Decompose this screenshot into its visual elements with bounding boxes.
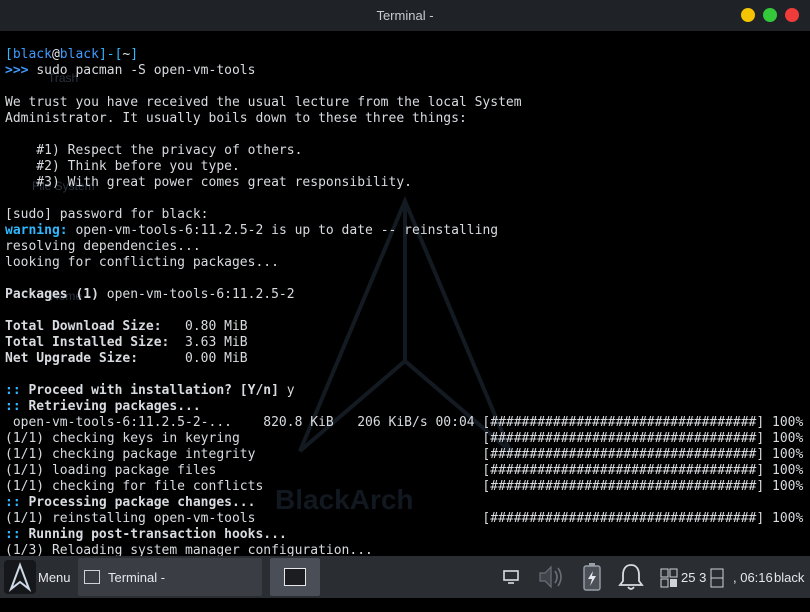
terminal-line: (1/1) checking keys in keyring [########…	[5, 431, 803, 447]
terminal-text: Running post-transaction hooks...	[28, 527, 287, 542]
terminal-text: Net Upgrade Size:	[5, 351, 178, 366]
blackarch-menu-icon[interactable]	[4, 560, 36, 594]
terminal-text: ]	[130, 47, 139, 62]
terminal-area[interactable]: BlackArch Trash File System Home [black@…	[0, 31, 810, 556]
terminal-line: (1/1) checking for file conflicts [#####…	[5, 479, 803, 495]
terminal-line: (1/1) reinstalling open-vm-tools [######…	[5, 511, 803, 527]
terminal-text: Proceed with installation? [Y/n]	[28, 383, 287, 398]
minimize-button[interactable]	[741, 8, 755, 22]
terminal-text: We trust you have received the usual lec…	[5, 95, 522, 110]
terminal-line: :: Processing package changes...	[5, 495, 803, 511]
terminal-text: open-vm-tools-6:11.2.5-2-... 820.8 KiB 2…	[5, 415, 804, 430]
terminal-text: Processing package changes...	[28, 495, 256, 510]
terminal-text: Retrieving packages...	[28, 399, 201, 414]
terminal-text: 0.80 MiB	[177, 319, 248, 334]
workspace-indicator[interactable]: 25 3	[681, 570, 706, 586]
terminal-line: (1/3) Reloading system manager configura…	[5, 543, 803, 556]
terminal-text: black	[59, 47, 99, 62]
terminal-text: ::	[5, 399, 29, 414]
volume-icon[interactable]	[536, 562, 568, 592]
taskbar-terminal-task[interactable]: Terminal -	[78, 558, 262, 596]
terminal-text: (1/1) checking package integrity [######…	[5, 447, 804, 462]
terminal-text: ::	[5, 383, 29, 398]
terminal-text: (1/1) reinstalling open-vm-tools [######…	[5, 511, 804, 526]
display-icon[interactable]	[502, 568, 520, 586]
terminal-output: [black@black]-[~] >>> sudo pacman -S open…	[5, 47, 803, 556]
close-button[interactable]	[785, 8, 799, 22]
terminal-line: We trust you have received the usual lec…	[5, 95, 803, 111]
terminal-text: Administrator. It usually boils down to …	[5, 111, 467, 126]
terminal-text: ::	[5, 527, 29, 542]
terminal-text: (1/1) checking for file conflicts [#####…	[5, 479, 804, 494]
terminal-text: @	[51, 47, 60, 62]
terminal-text: open-vm-tools-6:11.2.5-2	[106, 287, 295, 302]
terminal-line: resolving dependencies...	[5, 239, 803, 255]
terminal-icon	[84, 570, 100, 584]
terminal-text: black	[12, 47, 52, 62]
terminal-text: y	[286, 383, 295, 398]
notification-bell-icon[interactable]	[617, 562, 645, 592]
terminal-line: :: Running post-transaction hooks...	[5, 527, 803, 543]
user-name[interactable]: black	[774, 570, 804, 612]
terminal-line: (1/1) checking package integrity [######…	[5, 447, 803, 463]
terminal-line: Total Installed Size: 3.63 MiB	[5, 335, 803, 351]
terminal-text: Packages (1)	[5, 287, 107, 302]
terminal-line: :: Proceed with installation? [Y/n] y	[5, 383, 803, 399]
terminal-line: #1) Respect the privacy of others.	[5, 143, 803, 159]
terminal-text: #3) With great power comes great respons…	[5, 175, 412, 190]
window-titlebar[interactable]: Terminal -	[0, 0, 810, 31]
terminal-line: Administrator. It usually boils down to …	[5, 111, 803, 127]
taskbar: Menu Terminal - 25 3 , 06:16 black	[0, 556, 810, 598]
terminal-text: (1/3) Reloading system manager configura…	[5, 543, 373, 556]
terminal-text: [	[5, 47, 13, 62]
terminal-line: #2) Think before you type.	[5, 159, 803, 175]
terminal-text: ::	[5, 495, 29, 510]
clock[interactable]: , 06:16	[733, 570, 773, 612]
terminal-text: >>>	[5, 63, 37, 78]
terminal-line: looking for conflicting packages...	[5, 255, 803, 271]
terminal-text: #1) Respect the privacy of others.	[5, 143, 303, 158]
terminal-text: ]-[	[98, 47, 123, 62]
taskbar-terminal-label: Terminal -	[108, 570, 166, 585]
terminal-line: [black@black]-[~]	[5, 47, 803, 63]
terminal-text: (1/1) loading package files [###########…	[5, 463, 804, 478]
workspace-switcher-icon[interactable]	[660, 568, 678, 588]
maximize-button[interactable]	[763, 8, 777, 22]
battery-icon[interactable]	[580, 562, 604, 592]
terminal-text: sudo pacman -S open-vm-tools	[36, 63, 256, 78]
terminal-text: #2) Think before you type.	[5, 159, 240, 174]
terminal-text: open-vm-tools-6:11.2.5-2 is up to date -…	[75, 223, 499, 238]
calendar-icon[interactable]	[710, 568, 724, 588]
terminal-line: (1/1) loading package files [###########…	[5, 463, 803, 479]
terminal-text: warning:	[5, 223, 76, 238]
terminal-text: 0.00 MiB	[177, 351, 248, 366]
terminal-line: Packages (1) open-vm-tools-6:11.2.5-2	[5, 287, 803, 303]
terminal-line: warning: open-vm-tools-6:11.2.5-2 is up …	[5, 223, 803, 239]
terminal-text: looking for conflicting packages...	[5, 255, 279, 270]
terminal-line: Net Upgrade Size: 0.00 MiB	[5, 351, 803, 367]
terminal-text: (1/1) checking keys in keyring [########…	[5, 431, 804, 446]
terminal-text: resolving dependencies...	[5, 239, 201, 254]
terminal-line: open-vm-tools-6:11.2.5-2-... 820.8 KiB 2…	[5, 415, 804, 431]
terminal-text: [sudo] password for black:	[5, 207, 209, 222]
terminal-text: 3.63 MiB	[177, 335, 248, 350]
terminal-icon	[284, 568, 306, 586]
menu-button[interactable]: Menu	[38, 570, 71, 586]
terminal-launcher[interactable]	[270, 558, 320, 596]
terminal-line: #3) With great power comes great respons…	[5, 175, 803, 191]
terminal-text: Total Download Size:	[5, 319, 178, 334]
window-title: Terminal -	[376, 8, 434, 23]
terminal-line: >>> sudo pacman -S open-vm-tools	[5, 63, 803, 79]
terminal-line: [sudo] password for black:	[5, 207, 803, 223]
terminal-text: Total Installed Size:	[5, 335, 178, 350]
terminal-line: :: Retrieving packages...	[5, 399, 803, 415]
terminal-line: Total Download Size: 0.80 MiB	[5, 319, 803, 335]
